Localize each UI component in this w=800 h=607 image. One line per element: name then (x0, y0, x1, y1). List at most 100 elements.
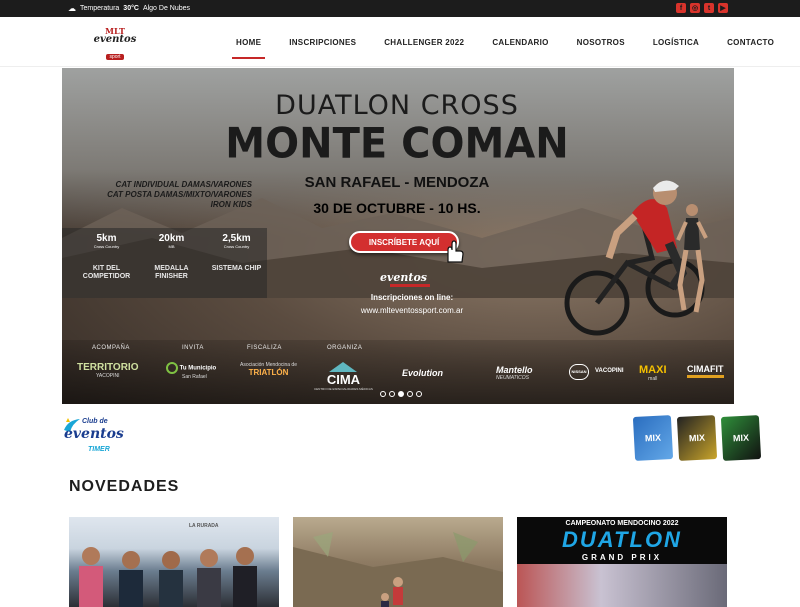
sponsor-name: CIMAFIT (687, 364, 724, 374)
slide-dot-5[interactable] (416, 391, 422, 397)
sponsor-name: Tu Municipio (179, 365, 217, 372)
nav-nosotros[interactable]: NOSOTROS (563, 17, 639, 67)
card-big-title: DUATLON (562, 527, 682, 552)
social-links: f ◎ t ▶ (676, 3, 728, 13)
sponsor-maxi: MAXI mall (639, 364, 667, 382)
facebook-icon[interactable]: f (676, 3, 686, 13)
eventos-logo-text: eventos (380, 271, 427, 284)
club-line2: eventos (64, 426, 124, 442)
instagram-icon[interactable]: ◎ (690, 3, 700, 13)
news-card[interactable]: LA RURADA (69, 517, 279, 607)
slide-dot-2[interactable] (389, 391, 395, 397)
perk-label: KIT DEL COMPETIDOR (82, 265, 131, 280)
site-header: MLT eventos sport HOME INSCRIPCIONES CHA… (0, 17, 800, 67)
sponsor-vacopini: VACOPINI (595, 368, 624, 374)
product-bag[interactable]: MIX (720, 415, 762, 461)
trail-photo (293, 532, 503, 607)
sponsor-sub: NEUMATICOS (496, 375, 529, 381)
product-bag[interactable]: MIX (632, 415, 674, 461)
nav-contacto[interactable]: CONTACTO (713, 17, 788, 67)
slider-pagination (380, 391, 422, 397)
stat-value: 20km (158, 233, 185, 244)
runner-photo (676, 204, 708, 313)
online-registration: Inscripciones on line: www.mlteventosspo… (352, 291, 472, 317)
main-nav: HOME INSCRIPCIONES CHALLENGER 2022 CALEN… (222, 17, 788, 67)
sponsor-sub: CENTRO DE ESPECIALIDADES MÉDICAS (314, 387, 373, 391)
twitter-icon[interactable]: t (704, 3, 714, 13)
stat-sub: Cross Country (93, 244, 120, 249)
registration-url[interactable]: www.mlteventossport.com.ar (352, 304, 472, 317)
sponsor-name: Mantello (496, 365, 533, 375)
municipio-icon (166, 362, 178, 374)
hero-title-1: DUATLON CROSS (275, 90, 519, 121)
top-bar: ☁ Temperatura 30°C Algo De Nubes f ◎ t ▶ (0, 0, 800, 17)
categories-list: CAT INDIVIDUAL DAMAS/VARONES CAT POSTA D… (82, 180, 252, 210)
sponsor-name: Evolution (402, 368, 443, 378)
sponsor-sub: San Rafael (182, 374, 207, 380)
sponsor-evolution: Evolution (402, 368, 443, 378)
weather-label: Temperatura (80, 5, 120, 12)
card-header: CAMPEONATO MENDOCINO 2022 (565, 520, 679, 527)
sponsor-municipio: Tu Municipio San Rafael (166, 362, 216, 380)
stat-bike: 20km MB (139, 233, 204, 249)
sponsor-triatlon: Asociación Mendocina de TRIATLÓN (240, 362, 297, 377)
label-acompana: ACOMPAÑA (92, 345, 130, 351)
hero-title-2: MONTE COMAN (225, 119, 569, 169)
temperature-value: 30°C (123, 5, 139, 12)
sponsor-name: CIMA (326, 372, 361, 387)
sponsor-cima: CIMA CENTRO DE ESPECIALIDADES MÉDICAS (314, 362, 373, 391)
category-item: IRON KIDS (210, 200, 252, 209)
label-organiza: ORGANIZA (327, 345, 363, 351)
label-invita: INVITA (182, 345, 204, 351)
sponsor-territorio: TERRITORIO YACOPINI (77, 362, 138, 379)
sponsor-nissan: NISSAN (569, 364, 589, 380)
eventos-underline (390, 284, 430, 287)
hero-slider[interactable]: DUATLON CROSS MONTE COMAN SAN RAFAEL - M… (62, 68, 734, 404)
sponsor-sub: YACOPINI (95, 373, 120, 379)
mountain-icon (329, 362, 358, 372)
registration-label: Inscripciones on line: (370, 293, 454, 302)
nav-logistica[interactable]: LOGÍSTICA (639, 17, 713, 67)
slide-dot-1[interactable] (380, 391, 386, 397)
club-line1: Club de (82, 418, 108, 425)
eventos-logo: eventos (380, 271, 430, 287)
sponsor-name: TERRITORIO (77, 362, 139, 373)
product-bag[interactable]: MIX (676, 415, 718, 461)
news-card[interactable] (293, 517, 503, 607)
cloud-icon: ☁ (68, 4, 76, 13)
nav-calendario[interactable]: CALENDARIO (478, 17, 562, 67)
logo-line2: eventos (93, 34, 137, 45)
stat-run-2: 2,5km Cross Country (204, 233, 269, 249)
perk-kit: KIT DEL COMPETIDOR (74, 265, 139, 281)
stat-sub: Cross Country (223, 244, 250, 249)
card-banner: LA RURADA (189, 523, 219, 529)
club-eventos-timer-logo[interactable]: Club de eventos TIMER (62, 416, 124, 460)
stat-run-1: 5km Cross Country (74, 233, 139, 249)
stat-value: 2,5km (222, 233, 251, 244)
race-stats-panel: 5km Cross Country 20km MB 2,5km Cross Co… (62, 228, 267, 298)
hero-location: SAN RAFAEL - MENDOZA (304, 174, 490, 191)
label-fiscaliza: FISCALIZA (247, 345, 282, 351)
site-logo[interactable]: MLT eventos sport (88, 27, 142, 60)
perk-label: MEDALLA FINISHER (154, 265, 189, 280)
section-title-novedades: NOVEDADES (69, 478, 180, 495)
stat-value: 5km (96, 233, 117, 244)
sponsor-name: VACOPINI (595, 368, 624, 374)
sponsor-sub: mall (648, 376, 658, 382)
athletes-photo (79, 547, 257, 607)
slide-dot-3[interactable] (398, 391, 404, 397)
nissan-icon: NISSAN (569, 364, 589, 380)
sponsor-mantello: Mantello NEUMATICOS (496, 365, 533, 381)
nav-inscripciones[interactable]: INSCRIPCIONES (275, 17, 370, 67)
category-item: CAT POSTA DAMAS/MIXTO/VARONES (107, 190, 252, 199)
card-subtitle: GRAND PRIX (581, 553, 663, 562)
nav-challenger[interactable]: CHALLENGER 2022 (370, 17, 478, 67)
logo-line3: sport (106, 54, 124, 60)
youtube-icon[interactable]: ▶ (718, 3, 728, 13)
sponsor-name: MAXI (639, 364, 667, 376)
news-card[interactable]: CAMPEONATO MENDOCINO 2022 DUATLON GRAND … (517, 517, 727, 607)
slide-dot-4[interactable] (407, 391, 413, 397)
nav-home[interactable]: HOME (222, 17, 275, 67)
club-line3: TIMER (88, 446, 110, 453)
hero-date: 30 DE OCTUBRE - 10 HS. (313, 200, 481, 216)
